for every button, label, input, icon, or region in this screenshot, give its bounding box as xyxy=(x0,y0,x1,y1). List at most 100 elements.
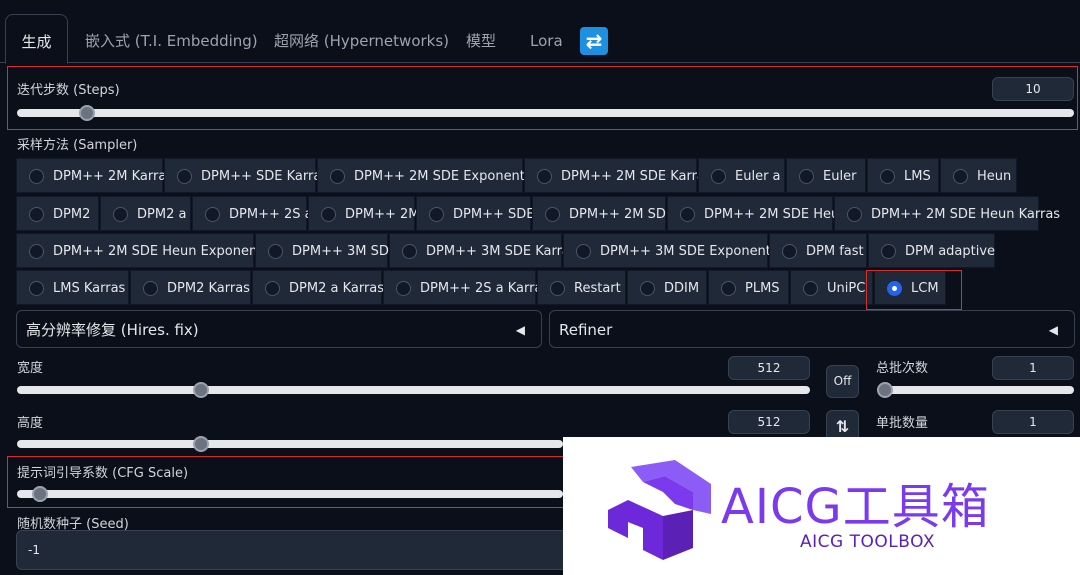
radio-icon xyxy=(396,281,411,296)
sampler-option[interactable]: UniPC xyxy=(790,270,873,305)
sampler-option[interactable]: DPM++ 3M SDE Karras xyxy=(389,233,577,268)
sampler-option[interactable]: DPM++ 2M Karras xyxy=(16,158,173,193)
width-slider-thumb[interactable] xyxy=(193,382,209,398)
sampler-option[interactable]: DPM++ 2M SDE Karras xyxy=(524,158,712,193)
sampler-option[interactable]: DDIM xyxy=(627,270,707,305)
steps-value-input[interactable]: 10 xyxy=(992,77,1074,101)
highlight-steps xyxy=(7,66,1078,130)
collapse-arrow-icon: ◀ xyxy=(1048,323,1058,337)
radio-icon xyxy=(680,207,695,222)
height-slider[interactable] xyxy=(17,436,563,452)
tab-hypernetworks[interactable]: 超网络 (Hypernetworks) xyxy=(274,0,449,63)
tab-generate[interactable]: 生成 xyxy=(5,14,68,64)
sampler-option-selected[interactable]: LCM xyxy=(874,270,946,305)
width-label: 宽度 xyxy=(17,361,44,376)
batch-size-label: 单批数量 xyxy=(876,416,929,431)
sampler-option[interactable]: DPM++ 2M SDE Exponential xyxy=(317,158,540,193)
batch-count-label: 总批次数 xyxy=(876,361,929,376)
height-slider-thumb[interactable] xyxy=(193,436,209,452)
off-button[interactable]: Off xyxy=(826,365,859,398)
radio-icon xyxy=(721,281,736,296)
sampler-option[interactable]: DPM++ 2S a xyxy=(192,196,313,231)
radio-icon xyxy=(881,244,896,259)
radio-icon xyxy=(799,169,814,184)
watermark-title: AICG工具箱 xyxy=(721,479,990,535)
refiner-label: Refiner xyxy=(559,321,613,339)
steps-label: 迭代步数 (Steps) xyxy=(17,83,120,98)
sampler-option[interactable]: DPM++ SDE xyxy=(416,196,534,231)
sampler-option[interactable]: DPM2 a xyxy=(100,196,191,231)
sampler-option[interactable]: LMS xyxy=(867,158,939,193)
hires-fix-accordion[interactable]: 高分辨率修复 (Hires. fix) ◀ xyxy=(16,310,542,348)
radio-icon xyxy=(321,207,336,222)
steps-slider-thumb[interactable] xyxy=(79,105,95,121)
sampler-option[interactable]: Euler xyxy=(786,158,866,193)
radio-icon xyxy=(330,169,345,184)
sampler-option[interactable]: Heun xyxy=(940,158,1017,193)
radio-icon xyxy=(545,207,560,222)
hires-fix-label: 高分辨率修复 (Hires. fix) xyxy=(26,321,199,339)
radio-icon xyxy=(268,244,283,259)
sampler-option[interactable]: DPM2 xyxy=(16,196,99,231)
sampler-option[interactable]: DPM++ 3M SDE xyxy=(255,233,397,268)
tab-lora[interactable]: Lora xyxy=(530,0,563,63)
sampler-label: 采样方法 (Sampler) xyxy=(17,138,138,153)
sampler-option[interactable]: Euler a xyxy=(698,158,785,193)
radio-icon xyxy=(29,207,44,222)
batch-count-input[interactable]: 1 xyxy=(992,356,1074,380)
cfg-slider[interactable] xyxy=(17,486,563,502)
sampler-option[interactable]: DPM++ 2M SDE Heun Exponential xyxy=(16,233,277,268)
watermark-overlay: AICG工具箱 AICG TOOLBOX xyxy=(563,437,1080,575)
sampler-option[interactable]: Restart xyxy=(537,270,626,305)
height-label: 高度 xyxy=(17,416,44,431)
tab-models[interactable]: 模型 xyxy=(466,0,496,63)
tab-bar: 生成 嵌入式 (T.I. Embedding) 超网络 (Hypernetwor… xyxy=(0,0,1080,64)
sampler-option[interactable]: DPM++ 3M SDE Exponential xyxy=(563,233,786,268)
radio-icon xyxy=(847,207,862,222)
radio-selected-icon xyxy=(887,281,902,296)
width-value-input[interactable]: 512 xyxy=(728,356,810,380)
radio-icon xyxy=(402,244,417,259)
sampler-option[interactable]: DPM++ 2M SDE Heun xyxy=(667,196,847,231)
radio-icon xyxy=(782,244,797,259)
sampler-option[interactable]: DPM2 a Karras xyxy=(252,270,384,305)
radio-icon xyxy=(550,281,565,296)
cfg-label: 提示词引导系数 (CFG Scale) xyxy=(17,466,189,481)
height-value-input[interactable]: 512 xyxy=(728,410,810,434)
sampler-option[interactable]: PLMS xyxy=(708,270,789,305)
radio-icon xyxy=(29,281,44,296)
sampler-option[interactable]: DPM++ 2S a Karras xyxy=(383,270,549,305)
seed-input[interactable]: -1 xyxy=(16,530,576,570)
tab-embedding[interactable]: 嵌入式 (T.I. Embedding) xyxy=(85,0,258,63)
batch-size-input[interactable]: 1 xyxy=(992,410,1074,434)
radio-icon xyxy=(143,281,158,296)
radio-icon xyxy=(177,169,192,184)
radio-icon xyxy=(803,281,818,296)
sampler-option[interactable]: DPM++ SDE Karras xyxy=(164,158,328,193)
collapse-arrow-icon: ◀ xyxy=(515,323,525,337)
sampler-option[interactable]: DPM++ 2M SDE xyxy=(532,196,674,231)
width-slider[interactable] xyxy=(17,382,810,398)
radio-icon xyxy=(429,207,444,222)
sampler-option[interactable]: LMS Karras xyxy=(16,270,129,305)
aicg-logo-icon xyxy=(608,460,711,560)
radio-icon xyxy=(113,207,128,222)
sampler-option[interactable]: DPM2 Karras xyxy=(130,270,251,305)
radio-icon xyxy=(640,281,655,296)
sampler-option[interactable]: DPM++ 2M xyxy=(308,196,419,231)
steps-slider[interactable] xyxy=(17,105,1074,121)
cfg-slider-thumb[interactable] xyxy=(32,486,48,502)
radio-icon xyxy=(880,169,895,184)
batch-count-slider[interactable] xyxy=(877,382,1074,398)
sampler-option[interactable]: DPM++ 2M SDE Heun Karras xyxy=(834,196,1060,231)
refresh-icon[interactable]: ⇄ xyxy=(580,27,608,55)
batch-count-slider-thumb[interactable] xyxy=(877,382,893,398)
refiner-accordion[interactable]: Refiner ◀ xyxy=(549,310,1075,348)
radio-icon xyxy=(29,169,44,184)
radio-icon xyxy=(205,207,220,222)
radio-icon xyxy=(537,169,552,184)
sampler-option[interactable]: DPM fast xyxy=(769,233,867,268)
radio-icon xyxy=(576,244,591,259)
radio-icon xyxy=(711,169,726,184)
sampler-option[interactable]: DPM adaptive xyxy=(868,233,995,268)
